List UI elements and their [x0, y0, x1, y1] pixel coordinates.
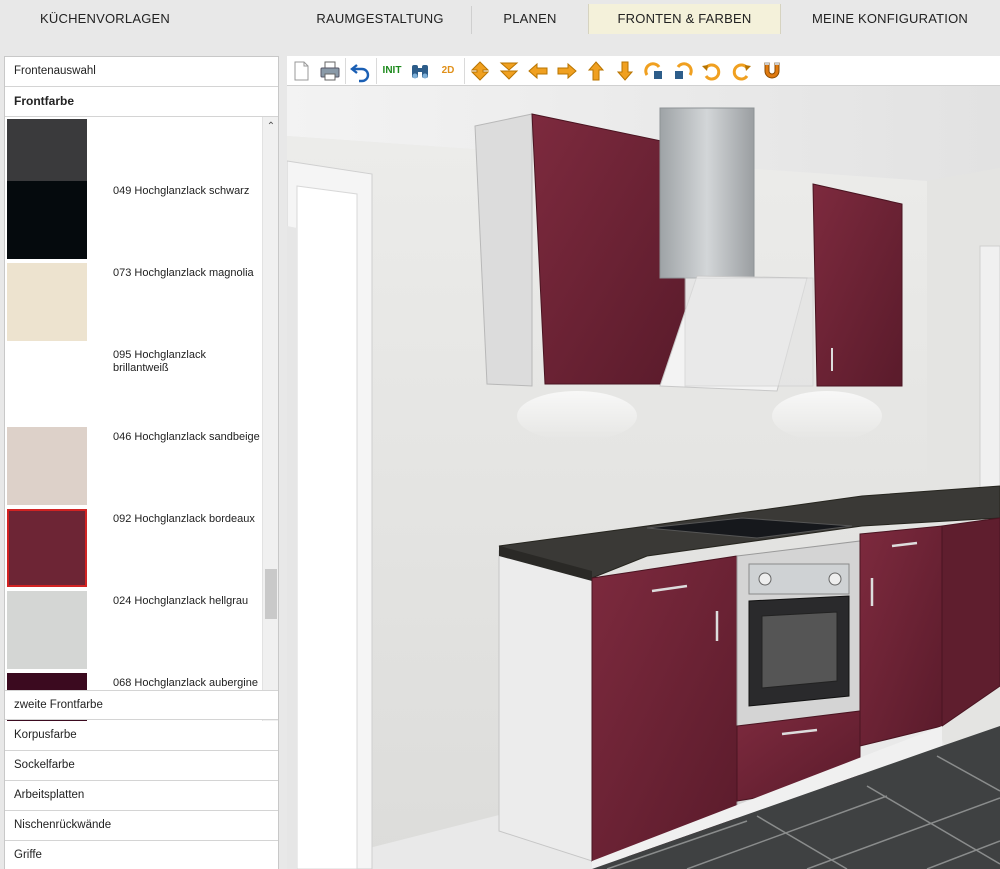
- swatch-item-bordeaux[interactable]: 092 Hochglanzlack bordeaux: [7, 509, 265, 591]
- section-sockelfarbe[interactable]: Sockelfarbe: [5, 751, 278, 781]
- toolbar-divider: [345, 58, 346, 84]
- init-button[interactable]: INIT: [378, 59, 406, 83]
- tab-raumgestaltung[interactable]: RAUMGESTALTUNG: [300, 4, 460, 34]
- tab-kuechenvorlagen[interactable]: KÜCHENVORLAGEN: [25, 4, 185, 34]
- scroll-thumb[interactable]: [265, 569, 277, 619]
- move-forward-icon[interactable]: [497, 59, 521, 83]
- 2d-view-button[interactable]: 2D: [436, 59, 460, 83]
- viewer-toolbar: INIT 2D: [287, 56, 1000, 86]
- redo-rotate-icon[interactable]: [729, 59, 753, 83]
- kitchen-3d-viewport[interactable]: [287, 86, 1000, 869]
- move-back-icon[interactable]: [468, 59, 492, 83]
- swatch-scrollbar[interactable]: ⌃ ⌄: [262, 117, 278, 750]
- swatch-item-sandbeige[interactable]: 046 Hochglanzlack sandbeige: [7, 427, 265, 509]
- section-griffe[interactable]: Griffe: [5, 841, 278, 869]
- undo-icon[interactable]: [349, 59, 373, 83]
- print-icon[interactable]: [318, 59, 342, 83]
- section-korpusfarbe[interactable]: Korpusfarbe: [5, 721, 278, 751]
- arrow-up-icon[interactable]: [584, 59, 608, 83]
- frontfarbe-header[interactable]: Frontfarbe: [5, 87, 278, 117]
- new-document-icon[interactable]: [289, 59, 313, 83]
- toolbar-divider: [464, 58, 465, 84]
- swatch-item-brillantweiss[interactable]: 095 Hochglanzlack brillantweiß: [7, 345, 265, 427]
- rotate-left-icon[interactable]: [642, 59, 666, 83]
- color-swatch[interactable]: [7, 263, 87, 341]
- color-swatch-selected[interactable]: [7, 509, 87, 587]
- color-swatch[interactable]: [7, 427, 87, 505]
- swatch-label: 049 Hochglanzlack schwarz: [113, 185, 250, 197]
- tab-planen[interactable]: PLANEN: [480, 4, 580, 34]
- top-navigation: KÜCHENVORLAGEN RAUMGESTALTUNG PLANEN FRO…: [0, 0, 1000, 56]
- swatch-item-magnolia[interactable]: 073 Hochglanzlack magnolia: [7, 263, 265, 345]
- swatch-label: 092 Hochglanzlack bordeaux: [113, 513, 255, 525]
- swatch-item-schwarz[interactable]: 049 Hochglanzlack schwarz: [7, 181, 265, 263]
- section-zweite-frontfarbe[interactable]: zweite Frontfarbe: [5, 690, 278, 720]
- color-swatch[interactable]: [7, 181, 87, 259]
- swatch-item-hellgrau[interactable]: 024 Hochglanzlack hellgrau: [7, 591, 265, 673]
- binoculars-icon[interactable]: [408, 59, 432, 83]
- section-arbeitsplatten[interactable]: Arbeitsplatten: [5, 781, 278, 811]
- color-swatch-list: 049 Hochglanzlack schwarz 073 Hochglanzl…: [5, 117, 278, 750]
- undo-rotate-icon[interactable]: [700, 59, 724, 83]
- front-selection-panel: Frontenauswahl Frontfarbe 049 Hochglanzl…: [4, 56, 279, 869]
- tab-meine-konfiguration[interactable]: MEINE KONFIGURATION: [790, 4, 990, 34]
- rotate-right-icon[interactable]: [671, 59, 695, 83]
- arrow-down-icon[interactable]: [613, 59, 637, 83]
- color-swatch[interactable]: [7, 345, 87, 423]
- arrow-right-icon[interactable]: [555, 59, 579, 83]
- swatch-label: 046 Hochglanzlack sandbeige: [113, 431, 260, 443]
- magnet-icon[interactable]: [760, 59, 784, 83]
- toolbar-divider: [376, 58, 377, 84]
- swatch-label: 073 Hochglanzlack magnolia: [113, 267, 254, 279]
- section-nischenrueckwaende[interactable]: Nischenrückwände: [5, 811, 278, 841]
- frontenauswahl-header[interactable]: Frontenauswahl: [5, 57, 278, 87]
- scroll-up-icon[interactable]: ⌃: [263, 119, 279, 135]
- swatch-label: 068 Hochglanzlack aubergine: [113, 677, 258, 689]
- swatch-label: 024 Hochglanzlack hellgrau: [113, 595, 249, 607]
- color-swatch[interactable]: [7, 591, 87, 669]
- tab-fronten-farben[interactable]: FRONTEN & FARBEN: [588, 4, 781, 34]
- kitchen-render: [287, 86, 1000, 869]
- arrow-left-icon[interactable]: [526, 59, 550, 83]
- swatch-label: 095 Hochglanzlack brillantweiß: [113, 349, 206, 374]
- nav-divider: [471, 6, 472, 34]
